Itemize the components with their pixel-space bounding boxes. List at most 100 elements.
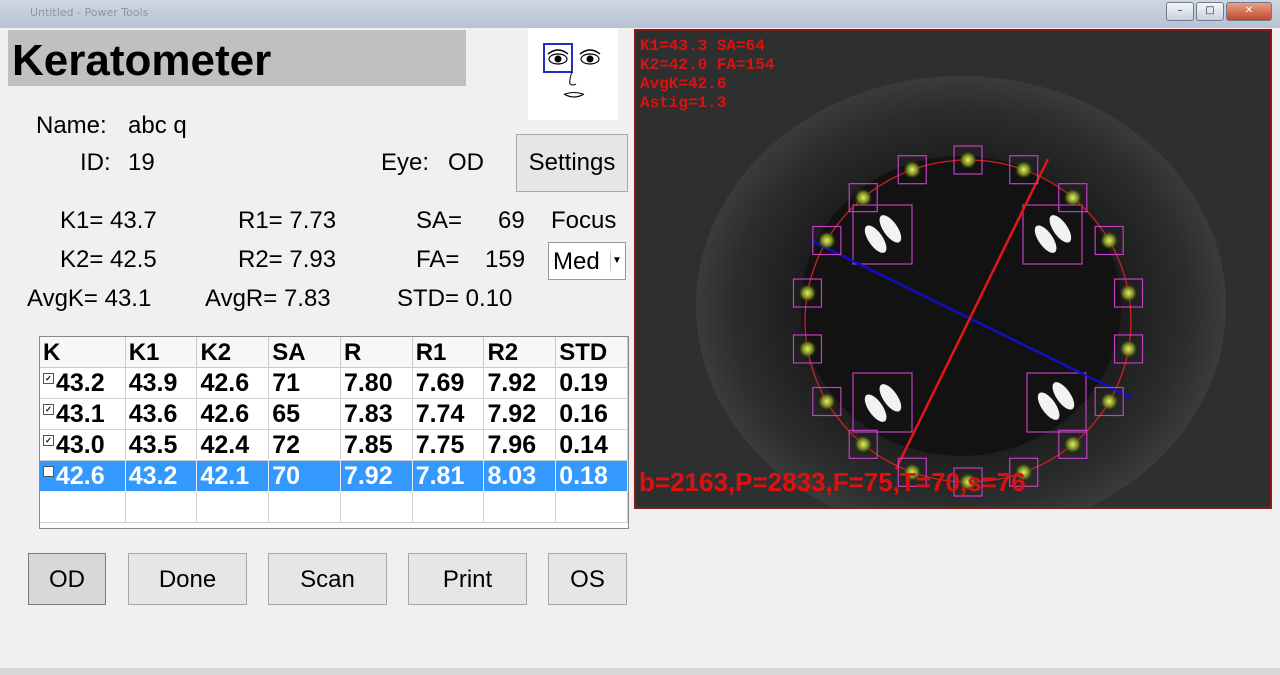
avgr-readout: AvgR= 7.83 [205,285,331,312]
focus-label: Focus [551,207,617,234]
print-button[interactable]: Print [408,553,527,605]
od-button[interactable]: OD [28,553,106,605]
r2-readout: R2= 7.93 [238,246,337,273]
column-header-r[interactable]: R [340,337,413,368]
cell-k: 42.6 [40,461,126,492]
cell-k: ✓ 43.1 [40,399,126,430]
app-title: Keratometer [8,30,466,86]
cell-std: 0.14 [556,430,628,461]
column-header-r1[interactable]: R1 [412,337,485,368]
table-row[interactable]: ✓ 43.0 43.5 42.4 72 7.85 7.75 7.96 0.14 [40,430,628,461]
table-row[interactable]: ✓ 43.2 43.9 42.6 71 7.80 7.69 7.92 0.19 [40,368,628,399]
ring-marker-dot [1119,339,1138,358]
cell-r: 7.85 [340,430,413,461]
ring-marker-dot [854,188,873,207]
cell-k-value: 42.6 [56,462,105,490]
cell-r: 7.80 [340,368,413,399]
ring-marker-dot [1100,231,1119,250]
r1-readout: R1= 7.73 [238,207,337,234]
eye-value: OD [448,149,484,176]
name-label: Name: [36,112,107,139]
cell-r2: 7.92 [484,368,557,399]
sa-value: 69 [498,207,525,234]
cell-k-value: 43.2 [56,369,105,397]
camera-view[interactable]: K1=43.3 SA=64 K2=42.0 FA=154 AvgK=42.6 A… [634,29,1272,509]
column-header-std[interactable]: STD [556,337,628,368]
cell-r2: 7.96 [484,430,557,461]
std-readout: STD= 0.10 [397,285,513,312]
cell-sa: 65 [269,399,341,430]
cell-r1: 7.69 [412,368,485,399]
cell-k1: 43.6 [125,399,198,430]
empty-cell [125,492,198,523]
column-header-k[interactable]: K [40,337,126,368]
cell-k: ✓ 43.2 [40,368,126,399]
status-bar [0,668,1280,675]
avgk-readout: AvgK= 43.1 [27,285,152,312]
table-body: ✓ 43.2 43.9 42.6 71 7.80 7.69 7.92 0.19 ✓ 43.1 43.6… [40,368,628,492]
ring-marker-dot [798,284,817,303]
focus-select[interactable]: Med ▼ [548,242,626,280]
ring-marker-dot [1063,188,1082,207]
sa-label: SA= [416,207,463,234]
name-value: abc q [128,112,187,139]
cell-k1: 43.2 [125,461,198,492]
fa-value: 159 [485,246,526,273]
cell-r: 7.83 [340,399,413,430]
table-header-row: K K1 K2 SA R R1 R2 STD [40,337,628,368]
row-checkbox[interactable]: ✓ [43,435,54,446]
cell-k2: 42.4 [197,430,270,461]
empty-cell [484,492,557,523]
cell-r2: 8.03 [484,461,557,492]
cell-k: ✓ 43.0 [40,430,126,461]
ring-marker-dot [1063,435,1082,454]
ring-marker-dot [1100,392,1119,411]
column-header-k2[interactable]: K2 [197,337,270,368]
ring-marker-dot [903,160,922,179]
eye-image [636,31,1270,507]
cell-std: 0.18 [556,461,628,492]
focus-select-value: Med [553,248,600,275]
cell-k-value: 43.1 [56,400,105,428]
cell-r2: 7.92 [484,399,557,430]
empty-cell [197,492,270,523]
cell-r1: 7.81 [412,461,485,492]
scan-button[interactable]: Scan [268,553,387,605]
overlay-k2-fa: K2=42.0 FA=154 [640,56,775,74]
column-header-r2[interactable]: R2 [484,337,557,368]
done-button[interactable]: Done [128,553,247,605]
column-header-k1[interactable]: K1 [125,337,198,368]
ring-marker-dot [959,151,977,169]
maximize-button[interactable]: □ [1196,2,1224,21]
eye-label: Eye: [381,149,430,176]
column-header-sa[interactable]: SA [269,337,341,368]
ring-marker-dot [817,392,836,411]
chevron-down-icon[interactable]: ▼ [610,251,623,271]
table-row[interactable]: ✓ 43.1 43.6 42.6 65 7.83 7.74 7.92 0.16 [40,399,628,430]
row-checkbox[interactable]: ✓ [43,404,54,415]
cell-k1: 43.9 [125,368,198,399]
minimize-button[interactable]: – [1166,2,1194,21]
row-checkbox[interactable]: ✓ [43,373,54,384]
overlay-k1-sa: K1=43.3 SA=64 [640,37,765,55]
cell-sa: 71 [269,368,341,399]
empty-cell [340,492,413,523]
window-controls: – □ ✕ [1166,2,1272,21]
k2-readout: K2= 42.5 [60,246,157,273]
measurements-table[interactable]: K K1 K2 SA R R1 R2 STD ✓ 43.2 43.9 42.6 71 7.… [39,336,629,529]
cell-k1: 43.5 [125,430,198,461]
cell-std: 0.16 [556,399,628,430]
window-titlebar: Untitled - Power Tools – □ ✕ [0,0,1280,28]
eye-selector-face-icon[interactable] [528,28,618,120]
os-button[interactable]: OS [548,553,627,605]
table-row[interactable]: 42.6 43.2 42.1 70 7.92 7.81 8.03 0.18 [40,461,628,492]
cell-k-value: 43.0 [56,431,105,459]
close-button[interactable]: ✕ [1226,2,1272,21]
row-checkbox[interactable] [43,466,54,477]
settings-button[interactable]: Settings [516,134,628,192]
cell-sa: 70 [269,461,341,492]
ring-marker-dot [798,339,817,358]
cell-std: 0.19 [556,368,628,399]
ring-marker-dot [854,435,873,454]
window-title: Untitled - Power Tools [30,6,149,19]
